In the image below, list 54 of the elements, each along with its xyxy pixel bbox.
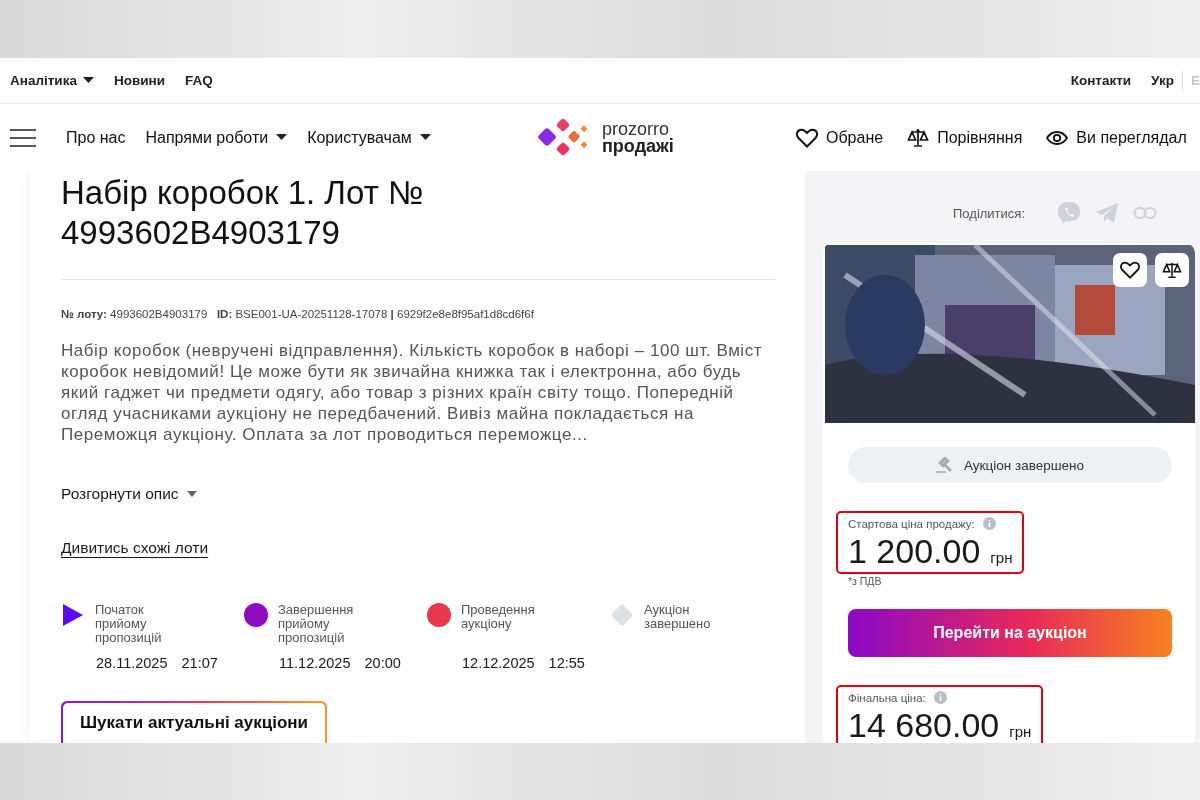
- language-option[interactable]: Укр: [1151, 73, 1174, 88]
- nav-link[interactable]: Користувачам: [307, 128, 431, 147]
- lot-title: Набір коробок 1. Лот № 4993602B4903179: [61, 173, 425, 253]
- gavel-icon: [936, 457, 954, 473]
- logo-text: prozorro: [602, 120, 670, 138]
- price-label: Стартова ціна продажу:: [848, 517, 975, 530]
- header-link[interactable]: Обране: [796, 127, 884, 148]
- price-amount: 14 680.00: [848, 705, 1000, 743]
- lot-description: Набір коробок (невручені відправлення). Кількість коробок в наборі – 100 шт. Вміст коробок невідомий! Це може бути як звичайна книжка так і електронна, або будь який гаджет чи предмети одягу, або товар з різних країн світу тощо. Попередній огляд учасниками аукціону не передбачений. Вивіз майна покладається на Переможця аукціону. Оплата за лот проводиться переможце...: [61, 340, 764, 445]
- phone-bubble-icon[interactable]: [1057, 201, 1081, 225]
- step-time: 21:07: [181, 655, 218, 671]
- heart-icon: [1120, 261, 1140, 279]
- nav-link[interactable]: Контакти: [1070, 73, 1132, 88]
- compare-button[interactable]: [1155, 253, 1189, 287]
- paper-plane-icon[interactable]: [1095, 202, 1119, 224]
- expand-link[interactable]: Розгорнути опис: [61, 485, 197, 503]
- step-time: 20:00: [364, 655, 401, 671]
- share-label: Поділитися:: [953, 205, 1025, 221]
- price-amount: 1 200.00: [848, 531, 981, 572]
- search-auctions-button[interactable]: Шукати актуальні аукціони: [61, 701, 328, 743]
- currency-label: грн: [990, 549, 1013, 566]
- nav-link[interactable]: Новини: [113, 73, 165, 88]
- step-date: 11.12.2025: [279, 655, 351, 671]
- step-label: Аукціон завершено: [644, 603, 712, 633]
- step-date: 28.11.2025: [96, 655, 168, 671]
- nav-link[interactable]: Напрями роботи: [145, 128, 288, 147]
- header-link[interactable]: Порівняння: [907, 127, 1023, 148]
- scales-icon: [1162, 261, 1182, 279]
- info-icon[interactable]: [933, 691, 947, 704]
- menu-icon[interactable]: [10, 128, 36, 147]
- caret-icon: [186, 491, 197, 497]
- status-text: Аукціон завершено: [964, 457, 1084, 473]
- eye-icon: [1046, 129, 1069, 146]
- favorite-button[interactable]: [1113, 253, 1147, 287]
- similar-lots-link[interactable]: Дивитись схожі лоти: [61, 539, 209, 557]
- vat-note: *з ПДВ: [848, 575, 883, 587]
- info-icon[interactable]: [982, 517, 996, 530]
- step-date: 12.12.2025: [462, 655, 535, 671]
- heart-icon: [796, 127, 818, 148]
- nav-link[interactable]: Про нас: [66, 128, 126, 147]
- nav-link[interactable]: FAQ: [184, 73, 213, 88]
- lot-identifiers: № лоту: 4993602B4903179 ID: BSE001-UA-20251128-17078 | 6929f2e8e8f95af1d8cd6f6f: [61, 308, 535, 320]
- step-label: Проведення аукціону: [461, 603, 536, 633]
- step-label: Завершення прийому пропозицій: [278, 603, 355, 645]
- scales-icon: [907, 127, 930, 148]
- price-label: Фінальна ціна:: [848, 691, 926, 704]
- link-icon[interactable]: [1133, 206, 1157, 220]
- logo-text: продажі: [602, 137, 674, 155]
- go-to-auction-button[interactable]: Перейти на аукціон: [848, 609, 1172, 657]
- nav-link[interactable]: Аналітика: [10, 73, 94, 88]
- currency-label: грн: [1009, 723, 1032, 740]
- header-link[interactable]: Ви переглядал: [1046, 128, 1187, 147]
- step-label: Початок прийому пропозицій: [95, 603, 163, 645]
- step-time: 12:55: [548, 655, 585, 671]
